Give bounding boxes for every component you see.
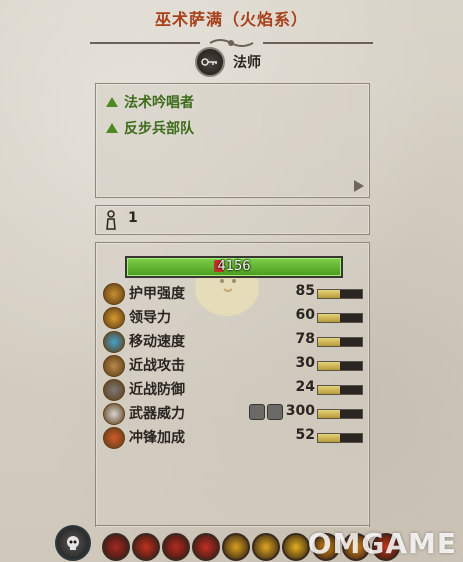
stat-name: 护甲强度 [129,286,185,302]
stat-row[interactable]: 护甲强度 85 [103,282,363,305]
leadership-icon [103,307,125,329]
skill-1-icon[interactable] [102,533,130,561]
stat-bar-fill [318,386,340,394]
skill-4-icon[interactable] [192,533,220,561]
person-icon [106,210,116,230]
stat-row[interactable]: 移动速度 78 [103,330,363,353]
triangle-up-icon [106,97,118,107]
skill-7-icon[interactable] [282,533,310,561]
skill-6-icon[interactable] [252,533,280,561]
stat-value: 24 [295,379,315,395]
trait-item[interactable]: 反步兵部队 [106,118,194,138]
ap-icon[interactable] [249,404,265,420]
unit-count-value: 1 [128,210,138,226]
skull-icon[interactable] [55,525,91,561]
magic-icon[interactable] [267,404,283,420]
trait-item[interactable]: 法术吟唱者 [106,92,194,112]
charge-icon [103,427,125,449]
stat-row[interactable]: 武器威力 300 [103,402,363,425]
stat-name: 领导力 [129,310,171,326]
trait-label: 法术吟唱者 [124,95,194,111]
stat-value: 300 [285,403,315,419]
armor-icon [103,283,125,305]
melee-defense-icon [103,379,125,401]
stat-name: 武器威力 [129,406,185,422]
stat-name: 近战攻击 [129,358,185,374]
stat-row[interactable]: 冲锋加成 52 [103,426,363,449]
stat-bar [317,409,363,419]
stat-bar-fill [318,338,340,346]
stat-name: 冲锋加成 [129,430,185,446]
unit-class-label: 法师 [233,55,261,71]
stat-value: 60 [295,307,315,323]
health-value: 4156 [217,259,251,274]
unit-class-row: 法师 [195,47,261,77]
key-icon [195,47,225,77]
stat-row[interactable]: 近战防御 24 [103,378,363,401]
stat-bar-fill [318,362,340,370]
melee-attack-icon [103,355,125,377]
skill-3-icon[interactable] [162,533,190,561]
expand-arrow-icon[interactable] [354,180,364,192]
stat-bar [317,313,363,323]
skill-5-icon[interactable] [222,533,250,561]
stat-bar-fill [318,314,340,322]
stat-name: 移动速度 [129,334,185,350]
stat-value: 30 [295,355,315,371]
stat-name: 近战防御 [129,382,185,398]
health-bar: 4156 [125,256,343,278]
site-watermark: OMGAME [307,527,457,560]
stat-bar-fill [318,290,340,298]
speed-icon [103,331,125,353]
stat-row[interactable]: 近战攻击 30 [103,354,363,377]
weapon-strength-icon [103,403,125,425]
stat-value: 78 [295,331,315,347]
stat-value: 52 [295,427,315,443]
stat-value: 85 [295,283,315,299]
stat-bar [317,361,363,371]
skill-2-icon[interactable] [132,533,160,561]
stat-bar [317,385,363,395]
unit-count-panel: 1 [95,205,370,235]
stat-bar-fill [318,410,340,418]
triangle-up-icon [106,123,118,133]
stat-bar [317,337,363,347]
unit-title: 巫术萨满（火焰系） [154,10,308,29]
stat-bar [317,289,363,299]
stat-bar-fill [318,434,340,442]
stat-bar [317,433,363,443]
trait-label: 反步兵部队 [124,121,194,137]
stat-row[interactable]: 领导力 60 [103,306,363,329]
stat-modifiers [249,404,283,420]
traits-panel: 法术吟唱者 反步兵部队 [95,83,370,198]
